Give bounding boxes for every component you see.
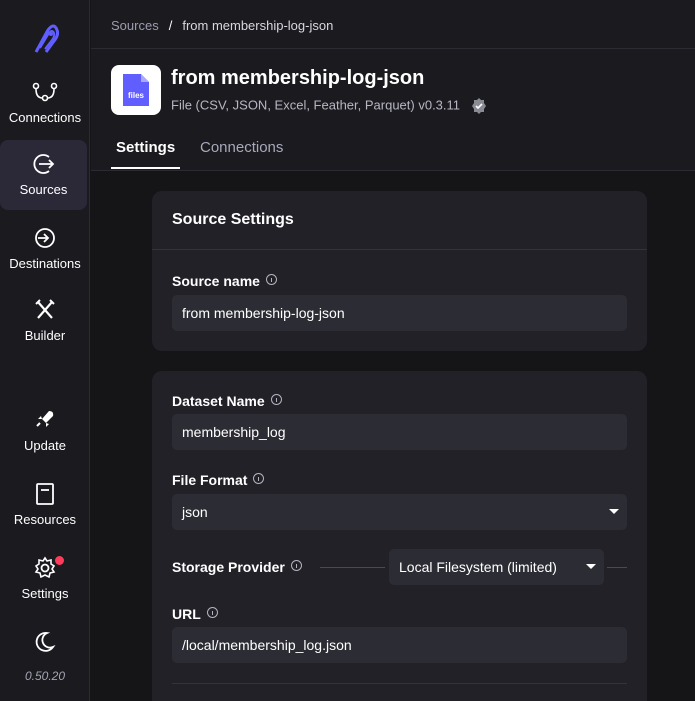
theme-toggle[interactable] [0, 630, 90, 660]
nav-connections[interactable]: Connections [0, 80, 90, 125]
builder-icon [35, 299, 55, 319]
rocket-icon [36, 411, 54, 427]
card-title: Source Settings [172, 211, 294, 228]
url-label: URL [172, 606, 218, 622]
nav-builder[interactable]: Builder [0, 298, 90, 343]
breadcrumb-separator: / [168, 18, 173, 33]
source-header: files from membership-log-json File (CSV… [91, 49, 695, 171]
dataset-name-label: Dataset Name [172, 393, 282, 409]
info-icon[interactable] [253, 473, 265, 484]
source-name-label-text: Source name [172, 273, 260, 289]
file-format-label-text: File Format [172, 472, 248, 488]
nav-label-resources: Resources [13, 512, 77, 527]
notification-dot [55, 556, 64, 565]
info-icon[interactable] [270, 394, 282, 405]
source-settings-card: Source Settings Source name from members… [152, 191, 647, 351]
nav-label-sources: Sources [19, 182, 68, 197]
file-format-value: json [182, 504, 208, 520]
nav-destinations[interactable]: Destinations [0, 226, 90, 271]
nav-label-destinations: Destinations [9, 256, 81, 271]
page-title: from membership-log-json [171, 67, 425, 89]
sources-icon [33, 154, 54, 174]
file-connector-icon: files [111, 65, 161, 115]
nav-label-connections: Connections [8, 110, 82, 125]
file-icon-text: files [128, 91, 145, 100]
connector-subtitle: File (CSV, JSON, Excel, Feather, Parquet… [171, 97, 488, 115]
nav-label-update: Update [24, 438, 66, 453]
chevron-down-icon [586, 564, 596, 569]
source-name-input[interactable]: from membership-log-json [172, 295, 627, 331]
sidebar: Connections Sources Destinations Builder… [0, 0, 90, 701]
verified-badge-icon [471, 98, 486, 114]
url-label-text: URL [172, 606, 201, 622]
nav-settings[interactable]: Settings [0, 556, 90, 601]
storage-provider-label-text: Storage Provider [172, 559, 285, 575]
configuration-card: Dataset Name membership_log File Format … [152, 371, 647, 701]
divider-line [607, 567, 627, 568]
divider [152, 249, 647, 250]
main-content: Source Settings Source name from members… [91, 171, 695, 701]
nav-sources[interactable]: Sources [0, 140, 87, 210]
airbyte-logo[interactable] [26, 22, 62, 58]
book-icon [36, 483, 54, 505]
nav-update[interactable]: Update [0, 408, 90, 453]
url-input[interactable]: /local/membership_log.json [172, 627, 627, 663]
nav-resources[interactable]: Resources [0, 482, 90, 527]
tab-connections[interactable]: Connections [200, 139, 283, 156]
divider-line [320, 567, 385, 568]
destinations-icon [35, 228, 55, 248]
nav-label-builder: Builder [24, 328, 66, 343]
app-version: 0.50.20 [24, 669, 66, 683]
divider-line [172, 683, 627, 684]
connector-version-text: File (CSV, JSON, Excel, Feather, Parquet… [171, 97, 461, 113]
storage-provider-label: Storage Provider [172, 559, 302, 575]
breadcrumb-current: from membership-log-json [182, 18, 334, 33]
breadcrumb: Sources / from membership-log-json [111, 18, 333, 33]
dataset-name-input[interactable]: membership_log [172, 414, 627, 450]
info-icon[interactable] [290, 560, 302, 571]
info-icon[interactable] [265, 274, 277, 285]
file-format-label: File Format [172, 472, 265, 488]
info-icon[interactable] [206, 607, 218, 618]
source-name-label: Source name [172, 273, 277, 289]
tab-settings[interactable]: Settings [116, 139, 175, 156]
chevron-down-icon [609, 509, 619, 514]
connections-icon [32, 82, 58, 102]
topbar: Sources / from membership-log-json [91, 0, 695, 49]
file-format-select[interactable]: json [172, 494, 627, 530]
breadcrumb-sources-link[interactable]: Sources [111, 18, 159, 33]
dataset-name-label-text: Dataset Name [172, 393, 265, 409]
storage-provider-value: Local Filesystem (limited) [399, 559, 557, 575]
storage-provider-select[interactable]: Local Filesystem (limited) [389, 549, 604, 585]
active-tab-indicator [111, 167, 180, 169]
moon-icon [35, 632, 56, 652]
nav-label-settings: Settings [21, 586, 69, 601]
